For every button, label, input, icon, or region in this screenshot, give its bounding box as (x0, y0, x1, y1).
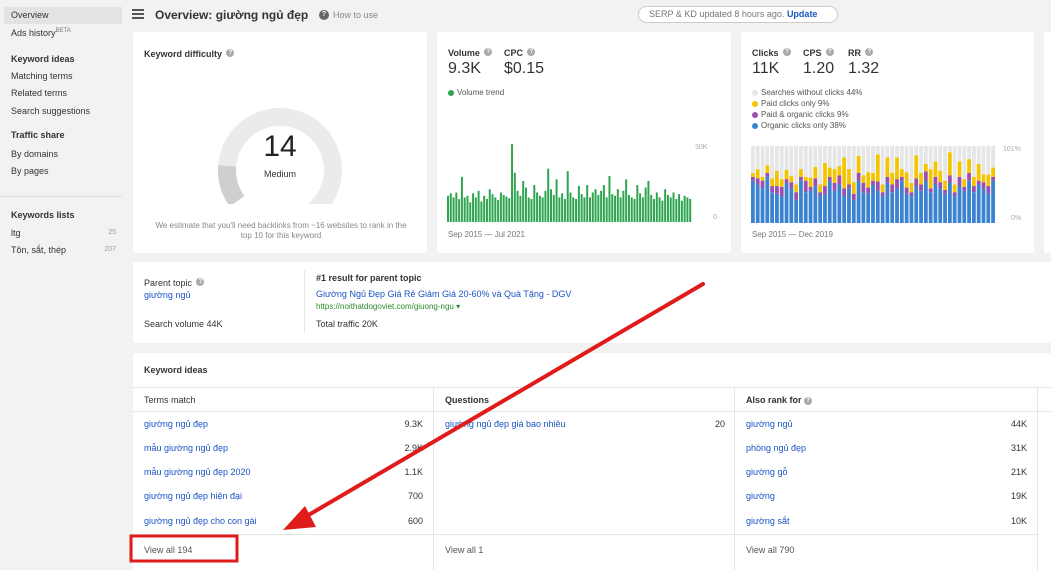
annotation-arrow-line (298, 282, 705, 522)
annotation-arrow-head (283, 506, 316, 530)
app-root: Overview Ads historyBETA Keyword ideas M… (0, 0, 1051, 570)
annotation-highlight-box (129, 534, 239, 563)
annotation-overlay (129, 282, 705, 563)
